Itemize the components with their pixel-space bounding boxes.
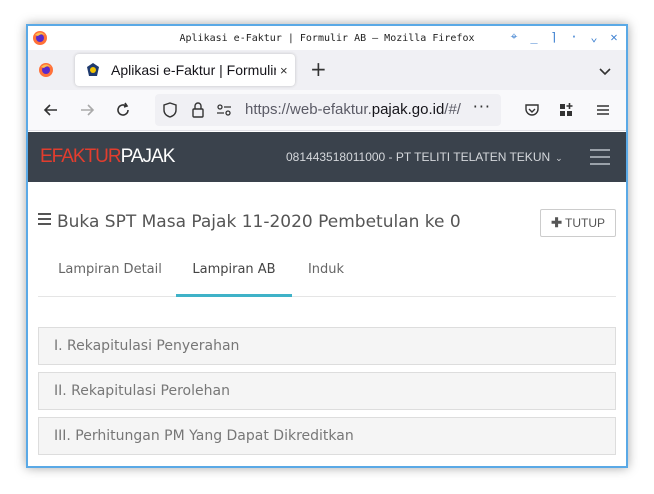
list-icon [38, 213, 51, 228]
browser-tab[interactable]: Aplikasi e-Faktur | Formulir AB × [75, 54, 295, 86]
menu-icon[interactable] [594, 101, 612, 119]
forward-arrow-icon[interactable] [78, 101, 96, 119]
brand-part-2: PAJAK [120, 146, 176, 167]
panel-rekapitulasi-penyerahan[interactable]: I. Rekapitulasi Penyerahan [38, 327, 616, 365]
extensions-icon[interactable] [558, 101, 576, 119]
window-title: Aplikasi e-Faktur | Formulir AB — Mozill… [179, 32, 475, 44]
plus-icon: ✚ [551, 215, 562, 230]
shield-icon[interactable] [162, 101, 180, 119]
brand-part-1: EFAKTUR [40, 146, 122, 167]
pocket-icon[interactable] [523, 101, 541, 119]
djp-emblem-icon [85, 62, 101, 78]
close-form-label: TUTUP [565, 216, 605, 230]
permissions-icon[interactable] [215, 101, 233, 119]
chevron-down-icon: ⌄ [555, 153, 563, 163]
panel-perhitungan-pm[interactable]: III. Perhitungan PM Yang Dapat Dikreditk… [38, 417, 616, 455]
url-path: /#/ [444, 101, 461, 118]
minimize-icon[interactable]: _ [528, 30, 540, 44]
url-text[interactable]: https://web-efaktur.pajak.go.id/#/ [245, 101, 465, 118]
firefox-view-icon[interactable] [38, 62, 54, 82]
page-actions-icon[interactable]: ··· [473, 97, 491, 116]
tab-strip: Aplikasi e-Faktur | Formulir AB × + [28, 50, 626, 90]
page-title-text: Buka SPT Masa Pajak 11-2020 Pembetulan k… [57, 212, 461, 232]
maximize-icon[interactable]: ⌉ [548, 30, 560, 44]
tab-title: Aplikasi e-Faktur | Formulir AB [111, 62, 276, 78]
pin-icon[interactable]: ⌖ [508, 29, 520, 44]
tab-lampiran-ab[interactable]: Lampiran AB [176, 250, 292, 297]
tab-close-icon[interactable]: × [280, 63, 288, 78]
shade-icon[interactable]: ⌄ [588, 30, 600, 44]
window-controls: ⌖ _ ⌉ · ⌄ ✕ [508, 29, 620, 44]
page-title: Buka SPT Masa Pajak 11-2020 Pembetulan k… [38, 212, 461, 232]
close-form-button[interactable]: ✚ TUTUP [540, 209, 616, 237]
lock-icon[interactable] [190, 101, 208, 119]
form-tabs: Lampiran Detail Lampiran AB Induk [38, 250, 616, 297]
reload-icon[interactable] [114, 101, 132, 119]
user-menu[interactable]: 081443518011000 - PT TELITI TELATEN TEKU… [286, 150, 563, 164]
url-host: pajak.go.id [371, 101, 445, 118]
sidebar-toggle-icon[interactable] [590, 149, 610, 170]
url-bar[interactable]: https://web-efaktur.pajak.go.id/#/ ··· [155, 94, 501, 126]
efaktur-logo[interactable]: EFAKTURPAJAK [40, 146, 176, 168]
page-body: Buka SPT Masa Pajak 11-2020 Pembetulan k… [28, 182, 626, 466]
tab-lampiran-detail[interactable]: Lampiran Detail [43, 250, 177, 294]
app-header: EFAKTURPAJAK 081443518011000 - PT TELITI… [28, 132, 626, 182]
tab-induk[interactable]: Induk [296, 250, 356, 294]
back-arrow-icon[interactable] [42, 101, 60, 119]
browser-window: Aplikasi e-Faktur | Formulir AB — Mozill… [26, 24, 628, 468]
window-titlebar: Aplikasi e-Faktur | Formulir AB — Mozill… [28, 26, 626, 50]
user-label: 081443518011000 - PT TELITI TELATEN TEKU… [286, 150, 551, 164]
close-icon[interactable]: ✕ [608, 30, 620, 44]
new-tab-button[interactable]: + [310, 59, 327, 79]
dot-icon[interactable]: · [568, 30, 580, 44]
navigation-toolbar: https://web-efaktur.pajak.go.id/#/ ··· [28, 90, 626, 131]
firefox-logo-icon [32, 30, 48, 49]
url-prefix: https://web-efaktur. [245, 101, 372, 118]
panel-rekapitulasi-perolehan[interactable]: II. Rekapitulasi Perolehan [38, 372, 616, 410]
chevron-down-icon[interactable] [598, 62, 612, 81]
